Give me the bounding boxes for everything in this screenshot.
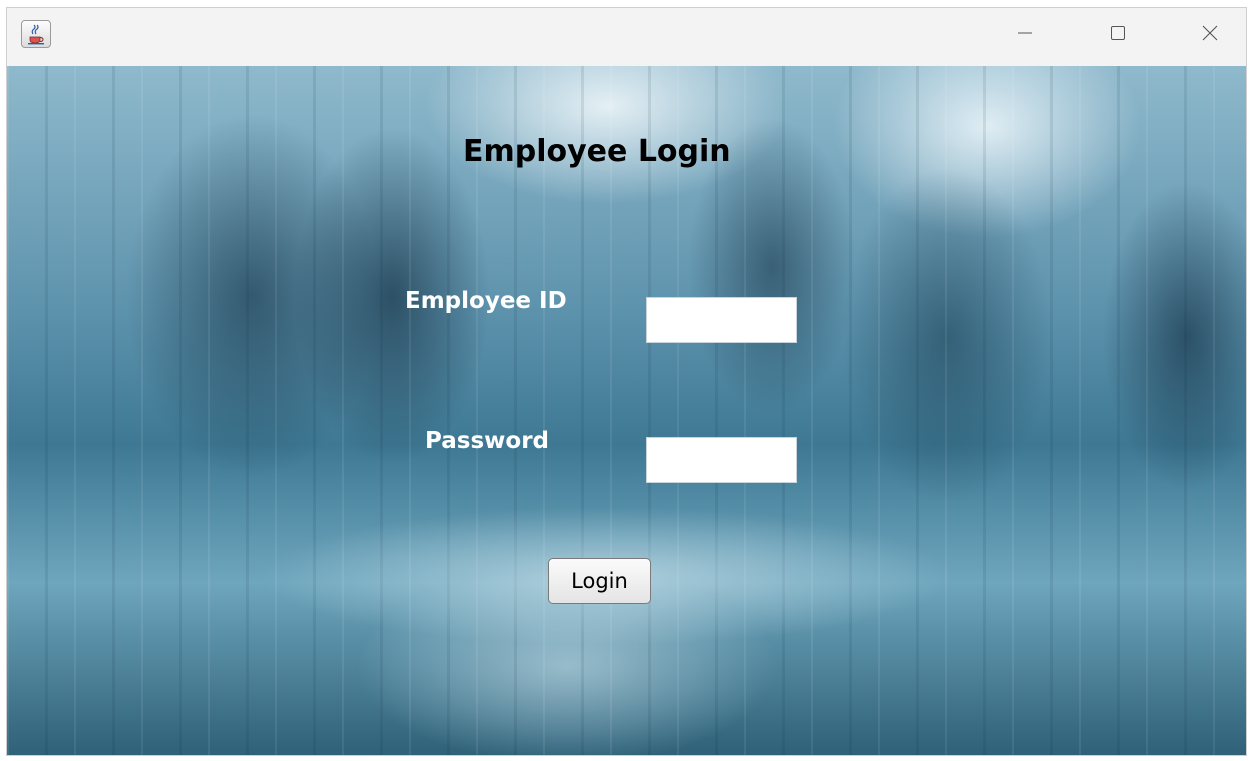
- login-button[interactable]: Login: [548, 558, 651, 604]
- background-office-image: [7, 66, 1246, 755]
- login-panel: Employee Login Employee ID Password Logi…: [7, 66, 1246, 755]
- employee-id-label: Employee ID: [405, 288, 567, 314]
- maximize-icon: [1108, 23, 1128, 47]
- password-input[interactable]: [646, 437, 797, 483]
- password-label: Password: [425, 428, 549, 454]
- maximize-button[interactable]: [1095, 16, 1141, 54]
- login-window: Employee Login Employee ID Password Logi…: [7, 8, 1246, 755]
- minimize-button[interactable]: [1002, 16, 1048, 54]
- page-title: Employee Login: [463, 134, 731, 169]
- minimize-icon: [1015, 23, 1035, 47]
- employee-id-input[interactable]: [646, 297, 797, 343]
- title-bar[interactable]: [7, 8, 1246, 66]
- java-cup-icon[interactable]: [21, 20, 51, 48]
- close-icon: [1200, 23, 1220, 47]
- close-button[interactable]: [1187, 16, 1233, 54]
